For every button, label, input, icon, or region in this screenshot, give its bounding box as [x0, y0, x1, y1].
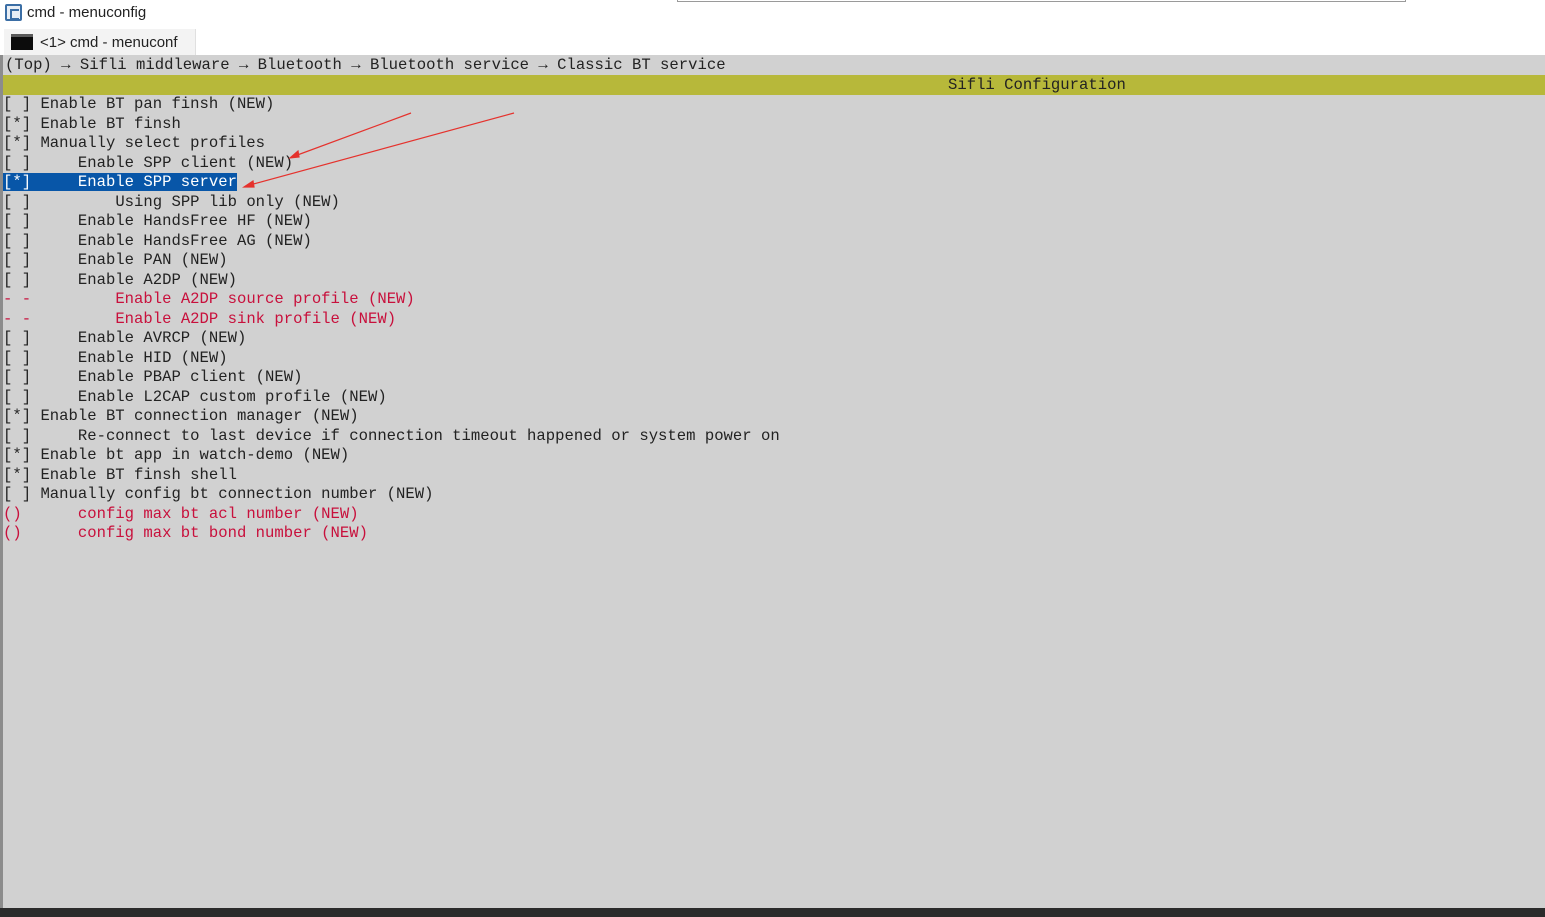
- breadcrumb: (Top) → Sifli middleware → Bluetooth → B…: [5, 56, 726, 74]
- menu-item-indent: [40, 329, 77, 347]
- menu-item-mark: [ ]: [3, 426, 32, 445]
- menu-item-label: Enable A2DP sink profile (NEW): [115, 309, 397, 328]
- menu-item-value[interactable]: () config max bt bond number (NEW): [3, 524, 1545, 544]
- menu-item-label: Manually config bt connection number (NE…: [40, 485, 434, 503]
- tab-bar: <1> cmd - menuconf: [0, 28, 1545, 55]
- menu-item-mark: [*]: [3, 134, 32, 152]
- menu-item-mark: [ ]: [3, 329, 32, 347]
- menu-item-indent: [40, 232, 77, 250]
- menu-item-mark: [ ]: [3, 270, 32, 289]
- menu-item-indent: [40, 388, 77, 406]
- menu-item-label: Enable BT finsh shell: [40, 465, 237, 484]
- menu-item-label: Enable AVRCP (NEW): [77, 329, 247, 347]
- menu-item-mark: [*]: [3, 446, 32, 464]
- console-app-icon: [5, 4, 22, 21]
- menu-item-mark: [ ]: [3, 231, 32, 250]
- menu-item-indent: [40, 368, 77, 386]
- menu-item-label: Enable HandsFree HF (NEW): [77, 212, 312, 230]
- menu-item-mark: - -: [3, 290, 32, 308]
- menu-item[interactable]: [ ] Enable A2DP (NEW): [3, 271, 1545, 291]
- menu-item-indent: [31, 524, 78, 542]
- menu-item[interactable]: [ ] Enable HandsFree HF (NEW): [3, 212, 1545, 232]
- menu-item-label: Re-connect to last device if connection …: [77, 426, 780, 445]
- menu-item-label: Enable bt app in watch-demo (NEW): [40, 446, 350, 464]
- menu-item-label: Enable A2DP (NEW): [77, 270, 237, 289]
- window-titlebar: cmd - menuconfig: [0, 0, 1545, 28]
- menu-item-mark: - -: [3, 309, 32, 328]
- config-title: Sifli Configuration: [948, 76, 1126, 94]
- tab-label: <1> cmd - menuconf: [40, 34, 178, 51]
- menu-item-mark: [ ]: [3, 485, 32, 503]
- menu-item-indent: [40, 349, 77, 367]
- menu-item[interactable]: [ ] Enable HID (NEW): [3, 349, 1545, 369]
- menu-item[interactable]: [ ] Manually config bt connection number…: [3, 485, 1545, 505]
- titlebar-search-box[interactable]: [677, 0, 1406, 2]
- menu-item[interactable]: [*] Enable BT finsh shell: [3, 466, 1545, 486]
- menu-item-mark: [ ]: [3, 212, 32, 230]
- menu-item[interactable]: [ ] Enable SPP client (NEW): [3, 154, 1545, 174]
- menu-item-disabled[interactable]: - - Enable A2DP sink profile (NEW): [3, 310, 1545, 330]
- menu-list: [ ] Enable BT pan finsh (NEW) [*] Enable…: [3, 95, 1545, 544]
- menu-item-disabled[interactable]: - - Enable A2DP source profile (NEW): [3, 290, 1545, 310]
- tab-cmd-menuconfig[interactable]: <1> cmd - menuconf: [4, 29, 196, 55]
- menu-item-label: Enable BT finsh: [40, 114, 181, 133]
- config-title-bar: Sifli Configuration: [3, 75, 1545, 95]
- menu-item-value[interactable]: () config max bt acl number (NEW): [3, 505, 1545, 525]
- terminal-pane[interactable]: (Top) → Sifli middleware → Bluetooth → B…: [3, 55, 1545, 908]
- menu-item-label: Manually select profiles: [40, 134, 266, 152]
- menu-item[interactable]: [ ] Enable BT pan finsh (NEW): [3, 95, 1545, 115]
- menu-item[interactable]: [ ] Enable AVRCP (NEW): [3, 329, 1545, 349]
- menu-item-mark: [ ]: [3, 348, 32, 367]
- menu-item-indent: [40, 427, 77, 445]
- menu-item-indent: [40, 154, 77, 172]
- menu-item-mark: [*]: [3, 114, 32, 133]
- menu-item[interactable]: [ ] Using SPP lib only (NEW): [3, 193, 1545, 213]
- menu-item[interactable]: [*] Enable BT finsh: [3, 115, 1545, 135]
- menu-item-label: config max bt acl number (NEW): [77, 504, 359, 523]
- terminal-icon: [11, 34, 33, 50]
- menu-item-label: Using SPP lib only (NEW): [115, 192, 340, 211]
- menu-item-mark: (): [3, 504, 22, 523]
- menu-item[interactable]: [ ] Enable HandsFree AG (NEW): [3, 232, 1545, 252]
- menu-item-mark: (): [3, 524, 22, 542]
- menu-item-label: Enable SPP server: [77, 173, 237, 191]
- menu-item-label: Enable PBAP client (NEW): [77, 368, 303, 386]
- menu-item-mark: [*]: [3, 173, 32, 191]
- menu-item-mark: [*]: [3, 407, 32, 425]
- menu-item[interactable]: [*] Enable bt app in watch-demo (NEW): [3, 446, 1545, 466]
- menu-item-indent: [40, 173, 77, 191]
- menu-item-indent: [40, 251, 77, 269]
- menu-item-label: Enable BT pan finsh (NEW): [40, 95, 275, 113]
- bottom-border: [0, 908, 1545, 917]
- menu-item-mark: [ ]: [3, 368, 32, 386]
- menu-item-label: Enable HID (NEW): [77, 348, 228, 367]
- menu-item[interactable]: [ ] Enable PAN (NEW): [3, 251, 1545, 271]
- menu-item-indent: [40, 290, 115, 308]
- menu-item-mark: [ ]: [3, 95, 32, 113]
- menu-item-indent: [40, 193, 115, 211]
- menu-item[interactable]: [ ] Enable PBAP client (NEW): [3, 368, 1545, 388]
- menu-item-indent: [40, 212, 77, 230]
- menu-item-label: Enable L2CAP custom profile (NEW): [77, 387, 387, 406]
- menu-item-mark: [ ]: [3, 192, 32, 211]
- menu-item-label: Enable A2DP source profile (NEW): [115, 290, 415, 308]
- menu-item-mark: [*]: [3, 465, 32, 484]
- menu-item-label: Enable PAN (NEW): [77, 251, 228, 269]
- menu-item[interactable]: [ ] Re-connect to last device if connect…: [3, 427, 1545, 447]
- menu-item-indent: [31, 505, 78, 523]
- menu-item-label: config max bt bond number (NEW): [77, 524, 368, 542]
- menu-item-indent: [40, 271, 77, 289]
- menu-item[interactable]: [*] Enable BT connection manager (NEW): [3, 407, 1545, 427]
- menu-item-mark: [ ]: [3, 387, 32, 406]
- menu-item-indent: [40, 310, 115, 328]
- menu-item-mark: [ ]: [3, 251, 32, 269]
- menu-item-mark: [ ]: [3, 153, 32, 172]
- menu-item-label: Enable BT connection manager (NEW): [40, 407, 359, 425]
- menu-item[interactable]: [ ] Enable L2CAP custom profile (NEW): [3, 388, 1545, 408]
- menu-item-selected[interactable]: [*] Enable SPP server: [3, 173, 1545, 193]
- window-title: cmd - menuconfig: [27, 4, 147, 21]
- menu-item-label: Enable HandsFree AG (NEW): [77, 231, 312, 250]
- menu-item-label: Enable SPP client (NEW): [77, 153, 294, 172]
- menu-item[interactable]: [*] Manually select profiles: [3, 134, 1545, 154]
